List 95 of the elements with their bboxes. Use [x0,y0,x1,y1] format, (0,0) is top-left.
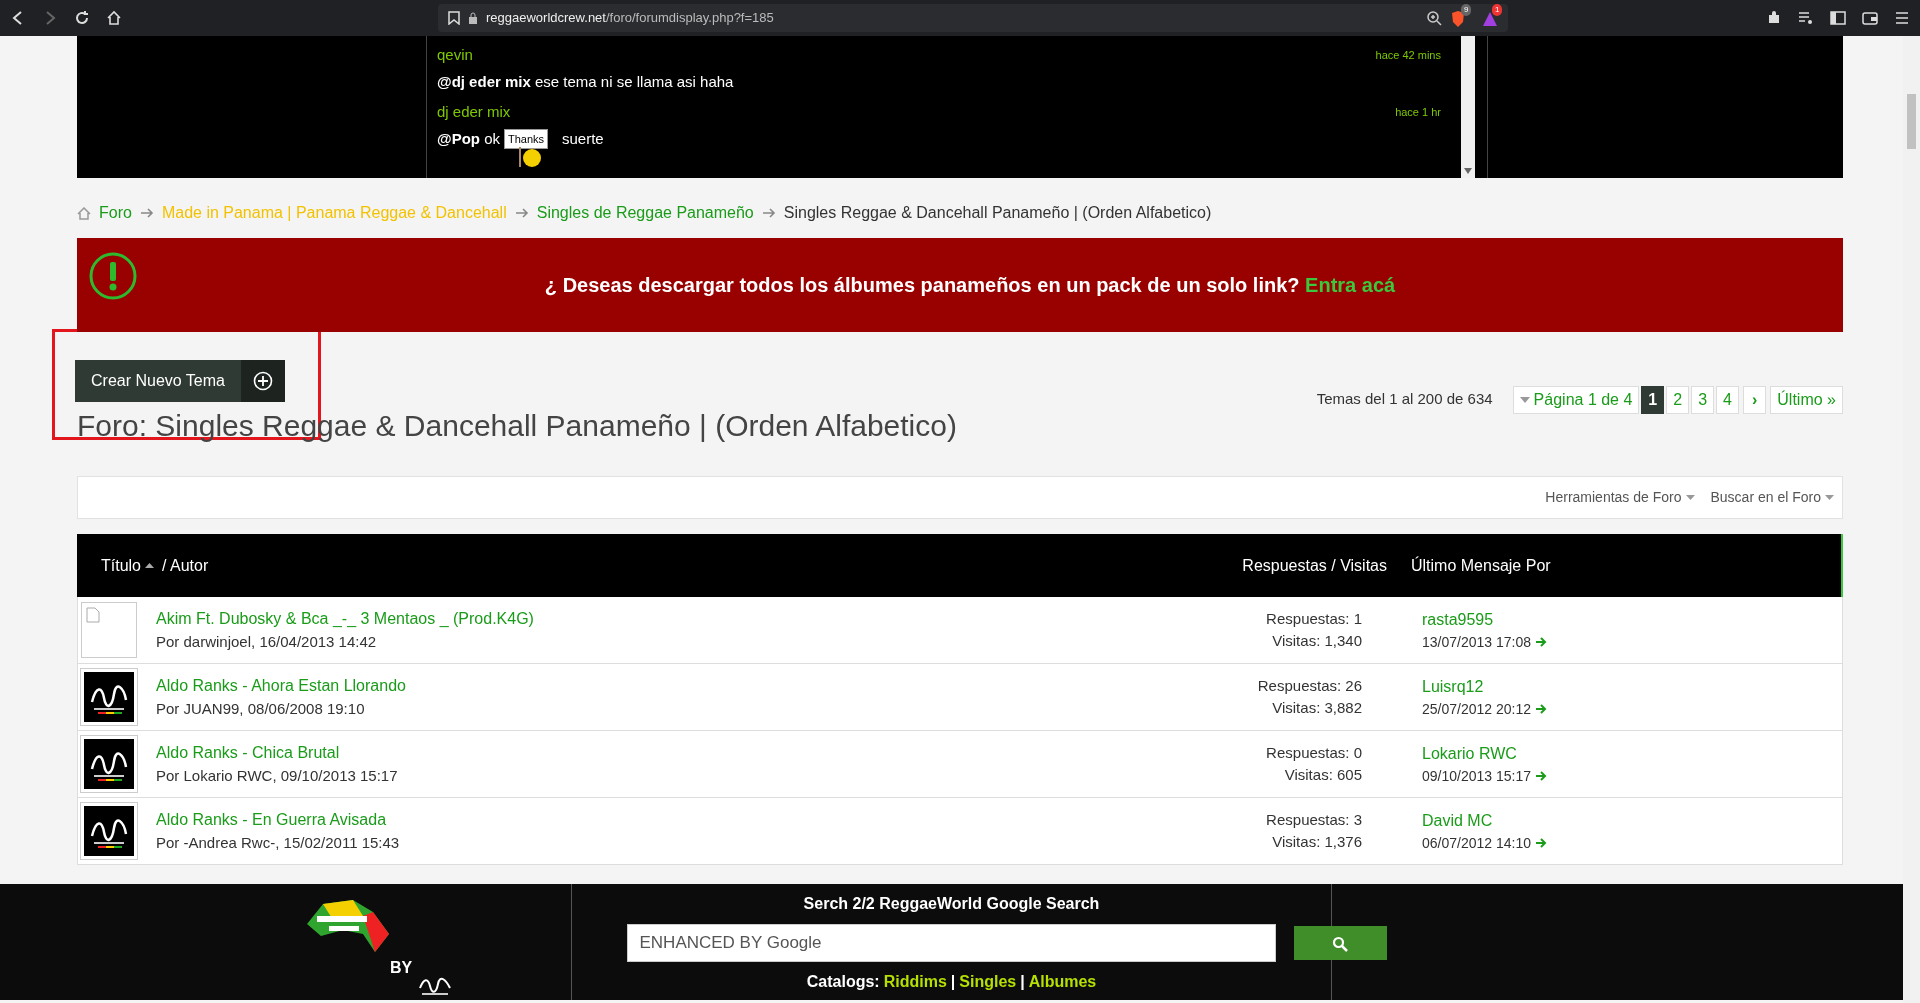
banner-link[interactable]: Entra acá [1305,274,1396,296]
scroll-thumb[interactable] [1907,94,1916,149]
caret-down-icon [1519,396,1530,403]
caret-down-icon [1685,495,1695,500]
search-title: Serch 2/2 ReggaeWorld Google Search [803,894,1100,914]
last-poster-link[interactable]: rasta9595 [1422,607,1842,632]
playlist-icon[interactable] [1798,10,1814,26]
shield-icon[interactable] [1450,9,1466,28]
column-header: Respuestas / Visitas [1241,555,1387,576]
banner-text: ¿ Deseas descargar todos los álbumes panameños en un pack de un solo link? Entra acá [544,273,1396,298]
topic-title-link[interactable]: Akim Ft. Dubosky & Bca _-_ 3 Mentaos _ (Prod.K4G) [156,606,1112,631]
by-label: BY [390,958,413,978]
triangle-icon [1482,10,1498,27]
last-poster-link[interactable]: Luisrq12 [1422,674,1842,699]
last-post-date: 13/07/2013 17:08 [1422,632,1531,652]
last-poster-link[interactable]: David MC [1422,808,1842,833]
bookmark-icon[interactable] [448,11,460,25]
chat-username[interactable]: dj eder mix [437,101,511,124]
alert-count: 1 [1492,4,1503,17]
topic-author: Por Lokario RWC, 09/10/2013 15:17 [156,765,399,786]
plus-circle-icon [253,371,273,391]
page-link[interactable]: 4 [1716,385,1739,414]
zoom-icon[interactable] [1426,10,1442,26]
broken-image-icon [86,607,100,624]
shield-count: 9 [1461,4,1472,17]
arrow-right-icon[interactable] [1535,637,1547,647]
sticker-sign: Thanks [504,128,549,150]
catalog-link[interactable]: Singles [959,970,1017,994]
arrow-right-icon[interactable] [1535,704,1547,714]
sidebar-icon[interactable] [1830,10,1846,26]
views-count: Visitas: 605 [1283,765,1362,785]
topic-title-link[interactable]: Aldo Ranks - Chica Brutal [156,740,1112,765]
topic-title-link[interactable]: Aldo Ranks - Ahora Estan Llorando [156,673,1112,698]
chat-time: hace 42 mins [1375,48,1441,63]
last-post-date: 09/10/2013 15:17 [1422,766,1531,786]
catalog-link[interactable]: Albumes [1028,970,1097,994]
lock-icon [468,12,478,24]
search-icon [1332,935,1348,952]
chat-time: hace 1 hr [1395,105,1441,120]
menu-icon[interactable] [1894,10,1910,26]
breadcrumb-link[interactable]: Singles de Reggae Panameño [536,201,754,225]
next-page-link[interactable]: › [1743,385,1767,414]
reload-icon[interactable] [74,10,90,26]
topic-title-link[interactable]: Aldo Ranks - En Guerra Avisada [156,807,1112,832]
smiley-icon [516,146,544,169]
catalog-link[interactable]: Riddims [883,970,947,994]
replies-count: Respuestas: 26 [1256,675,1362,696]
replies-count: Respuestas: 0 [1265,742,1362,763]
views-count: Visitas: 3,882 [1271,698,1362,718]
chat-message: suerte [562,128,604,149]
arrow-right-icon [139,207,154,219]
last-post-date: 06/07/2012 14:10 [1422,833,1531,853]
breadcrumb-link[interactable]: Singles Reggae & Dancehall Panameño | (Orden Alfabetico) [783,201,1212,225]
arrow-right-icon [761,207,776,219]
replies-count: Respuestas: 1 [1265,608,1362,629]
search-button[interactable] [1293,926,1387,960]
separator: | [1020,972,1025,992]
caret-down-icon [1825,495,1834,500]
url-text: reggaeworldcrew.net/foro/forumdisplay.php?f=185 [486,9,774,28]
replies-count: Respuestas: 3 [1265,809,1362,830]
page-link[interactable]: 3 [1691,385,1715,414]
views-count: Visitas: 1,376 [1271,832,1362,852]
arrow-down-icon [1464,168,1472,174]
topic-author: Por JUAN99, 08/06/2008 19:10 [156,698,366,719]
dropdown-link[interactable]: Herramientas de Foro [1545,487,1695,508]
dropdown-link[interactable]: Buscar en el Foro [1710,487,1834,508]
separator: | [950,972,956,992]
arrow-right-icon[interactable] [1535,838,1547,848]
views-count: Visitas: 1,340 [1271,631,1362,651]
topics-summary: Temas del 1 al 200 de 634 [1316,389,1493,410]
page-link[interactable]: 2 [1666,385,1690,414]
sort-link[interactable]: Título [101,553,141,578]
last-poster-link[interactable]: Lokario RWC [1422,741,1842,766]
page-link[interactable]: 1 [1641,385,1665,414]
topic-author: Por -Andrea Rwc-, 15/02/2011 15:43 [156,832,401,853]
new-topic-button[interactable]: Crear Nuevo Tema [75,360,285,402]
column-header: Último Mensaje Por [1411,555,1552,576]
catalogs-label: Catalogs: [806,972,880,992]
address-bar[interactable]: reggaeworldcrew.net/foro/forumdisplay.php?f=185 9 1 [438,4,1508,32]
last-post-date: 25/07/2012 20:12 [1422,699,1531,719]
sort-up-icon [145,563,154,568]
wallet-icon[interactable] [1862,10,1878,26]
topic-author: Por darwinjoel, 16/04/2013 14:42 [156,631,378,652]
extensions-icon[interactable] [1766,10,1782,26]
column-header: / Autor [162,555,209,576]
arrow-right-icon [514,207,529,219]
last-page-link[interactable]: Último » [1770,385,1843,414]
arrow-right-icon[interactable] [1535,771,1547,781]
chat-message: @Pop ok [437,128,500,149]
alert-icon [89,252,137,300]
chat-username[interactable]: qevin [437,44,473,67]
breadcrumb-link[interactable]: Foro [99,201,132,225]
search-field[interactable]: ENHANCED BY Google [626,924,1276,962]
chat-message: @dj eder mix ese tema ni se llama asi haha [437,71,734,92]
page-dropdown[interactable]: Página 1 de 4 [1512,385,1640,414]
